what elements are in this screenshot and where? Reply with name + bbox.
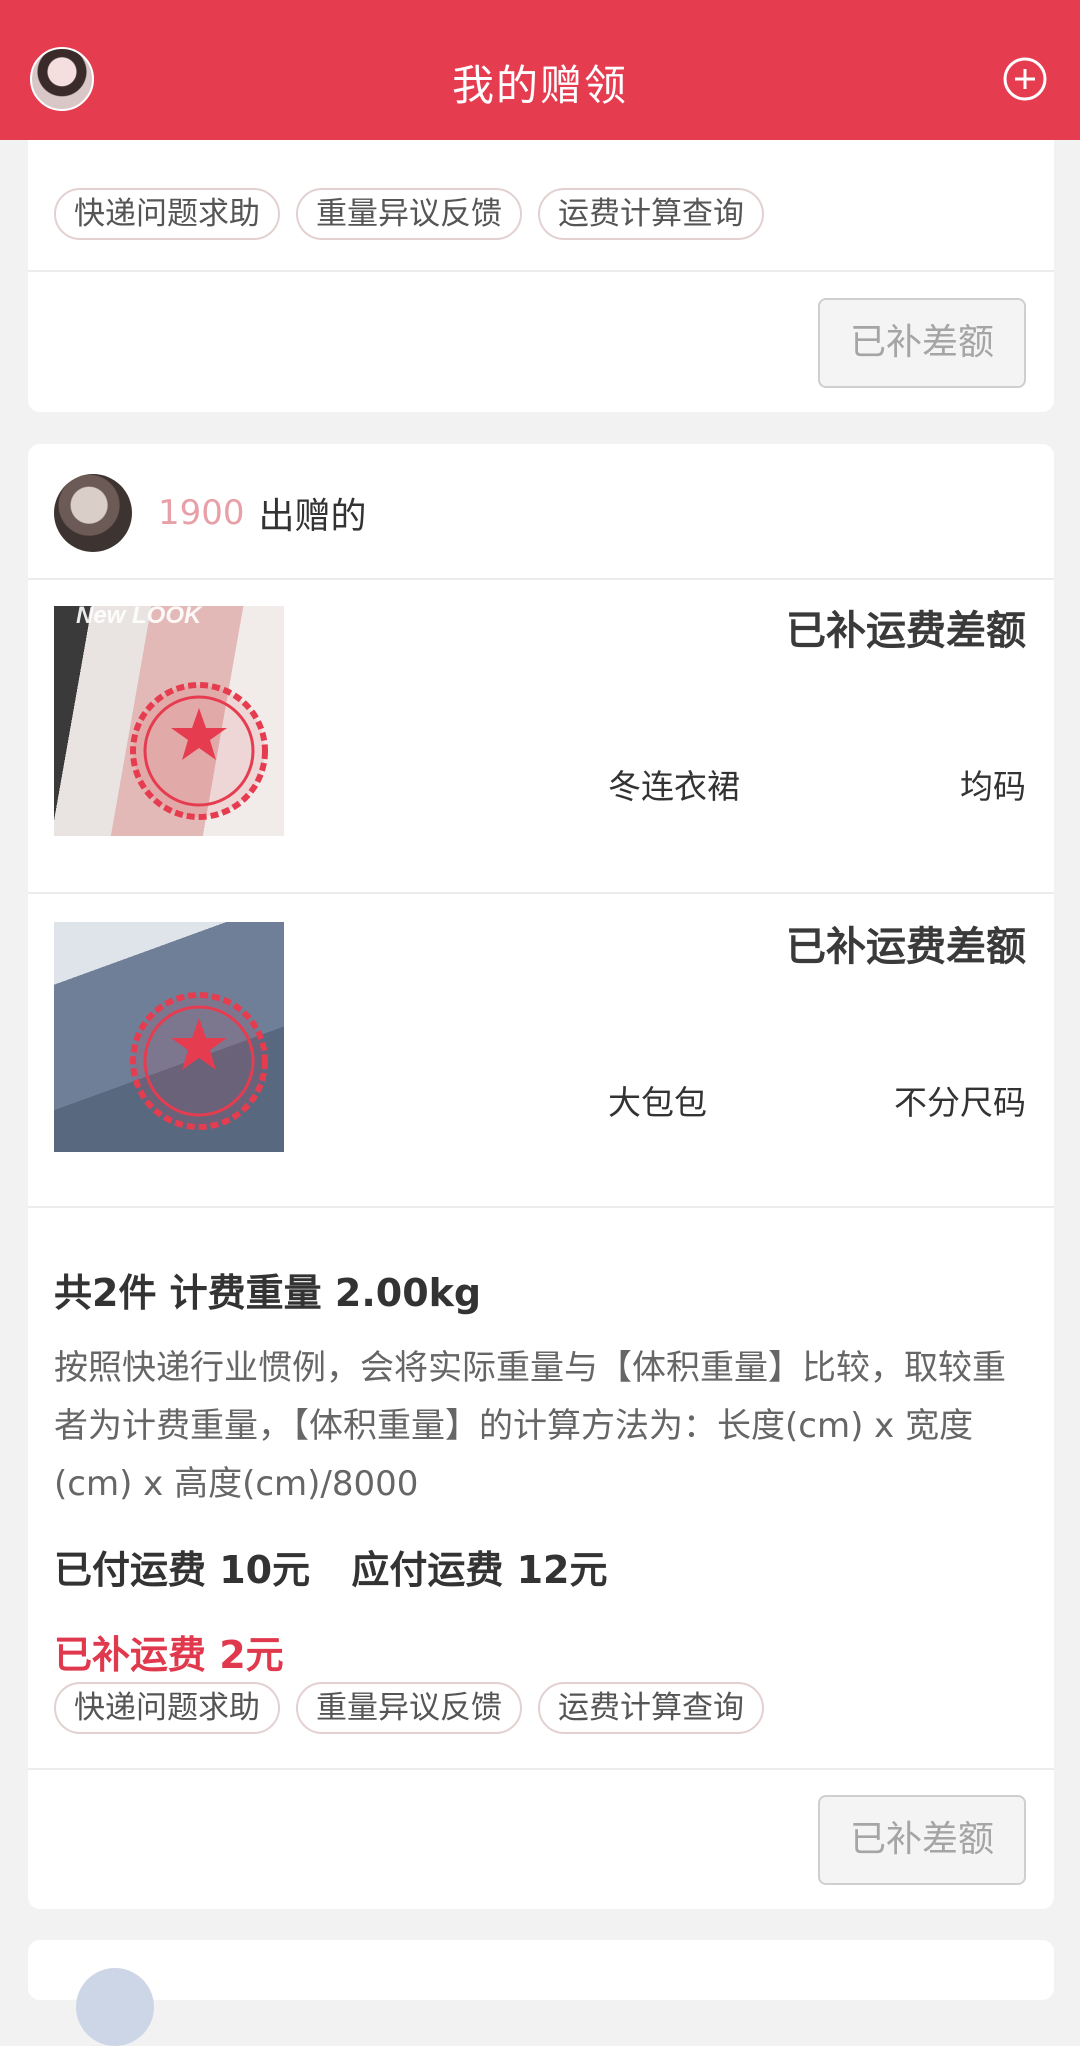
seller-avatar[interactable] bbox=[76, 1968, 154, 2046]
supplemented-button[interactable]: 已补差额 bbox=[818, 1795, 1026, 1885]
thumbnail-brand-text: New LOOK bbox=[76, 606, 202, 629]
divider bbox=[28, 1768, 1054, 1770]
list-item[interactable]: New LOOK 已补运费差额 冬连衣裙 均码 bbox=[28, 580, 1054, 892]
seller-avatar[interactable] bbox=[54, 474, 132, 552]
top-bar: 我的赠领 bbox=[0, 0, 1080, 140]
page-title: 我的赠领 bbox=[451, 61, 628, 110]
gift-card: 1900 出赠的 New LOOK 已补运费差额 冬连衣裙 均码 已补运费差额 … bbox=[28, 444, 1054, 1909]
item-thumbnail bbox=[54, 922, 284, 1152]
gift-card-next bbox=[28, 1940, 1054, 2046]
tag-shipping-calc[interactable]: 运费计算查询 bbox=[538, 188, 764, 240]
gift-card-previous: 快递问题求助 重量异议反馈 运费计算查询 已补差额 bbox=[28, 92, 1054, 412]
item-name: 大包包 bbox=[608, 1083, 707, 1122]
summary-title: 共2件 计费重量 2.00kg bbox=[54, 1271, 482, 1315]
divider bbox=[28, 270, 1054, 272]
item-size: 不分尺码 bbox=[894, 1083, 1026, 1122]
divider bbox=[28, 1206, 1054, 1208]
item-name: 冬连衣裙 bbox=[608, 767, 740, 806]
paid-stamp-icon bbox=[130, 992, 268, 1130]
due-shipping: 应付运费 12元 bbox=[351, 1548, 608, 1592]
tag-express-help[interactable]: 快递问题求助 bbox=[54, 188, 280, 240]
tag-shipping-calc[interactable]: 运费计算查询 bbox=[538, 1682, 764, 1734]
supplemented-button[interactable]: 已补差额 bbox=[818, 298, 1026, 388]
paid-shipping: 已付运费 10元 bbox=[54, 1548, 311, 1592]
seller-name: 1900 bbox=[158, 493, 245, 533]
seller-row[interactable]: 1900 出赠的 bbox=[54, 474, 367, 552]
list-item[interactable]: 已补运费差额 大包包 不分尺码 bbox=[28, 896, 1054, 1208]
item-status: 已补运费差额 bbox=[786, 608, 1026, 654]
help-tags: 快递问题求助 重量异议反馈 运费计算查询 bbox=[54, 1682, 764, 1734]
tag-weight-dispute[interactable]: 重量异议反馈 bbox=[296, 1682, 522, 1734]
paid-stamp-icon bbox=[130, 682, 268, 820]
supplemented-shipping: 已补运费 2元 bbox=[54, 1633, 284, 1677]
seller-label: 出赠的 bbox=[258, 496, 367, 537]
item-status: 已补运费差额 bbox=[786, 924, 1026, 970]
plus-circle-icon[interactable] bbox=[1002, 56, 1048, 102]
tag-weight-dispute[interactable]: 重量异议反馈 bbox=[296, 188, 522, 240]
tag-express-help[interactable]: 快递问题求助 bbox=[54, 1682, 280, 1734]
summary-description: 按照快递行业惯例，会将实际重量与【体积重量】比较，取较重者为计费重量，【体积重量… bbox=[54, 1348, 1006, 1504]
fee-row: 已付运费 10元 应付运费 12元 bbox=[54, 1539, 1026, 1594]
help-tags: 快递问题求助 重量异议反馈 运费计算查询 bbox=[54, 188, 764, 240]
item-thumbnail: New LOOK bbox=[54, 606, 284, 836]
shipping-summary: 共2件 计费重量 2.00kg 按照快递行业惯例，会将实际重量与【体积重量】比较… bbox=[54, 1262, 1026, 1679]
item-size: 均码 bbox=[960, 767, 1026, 806]
divider bbox=[28, 892, 1054, 894]
